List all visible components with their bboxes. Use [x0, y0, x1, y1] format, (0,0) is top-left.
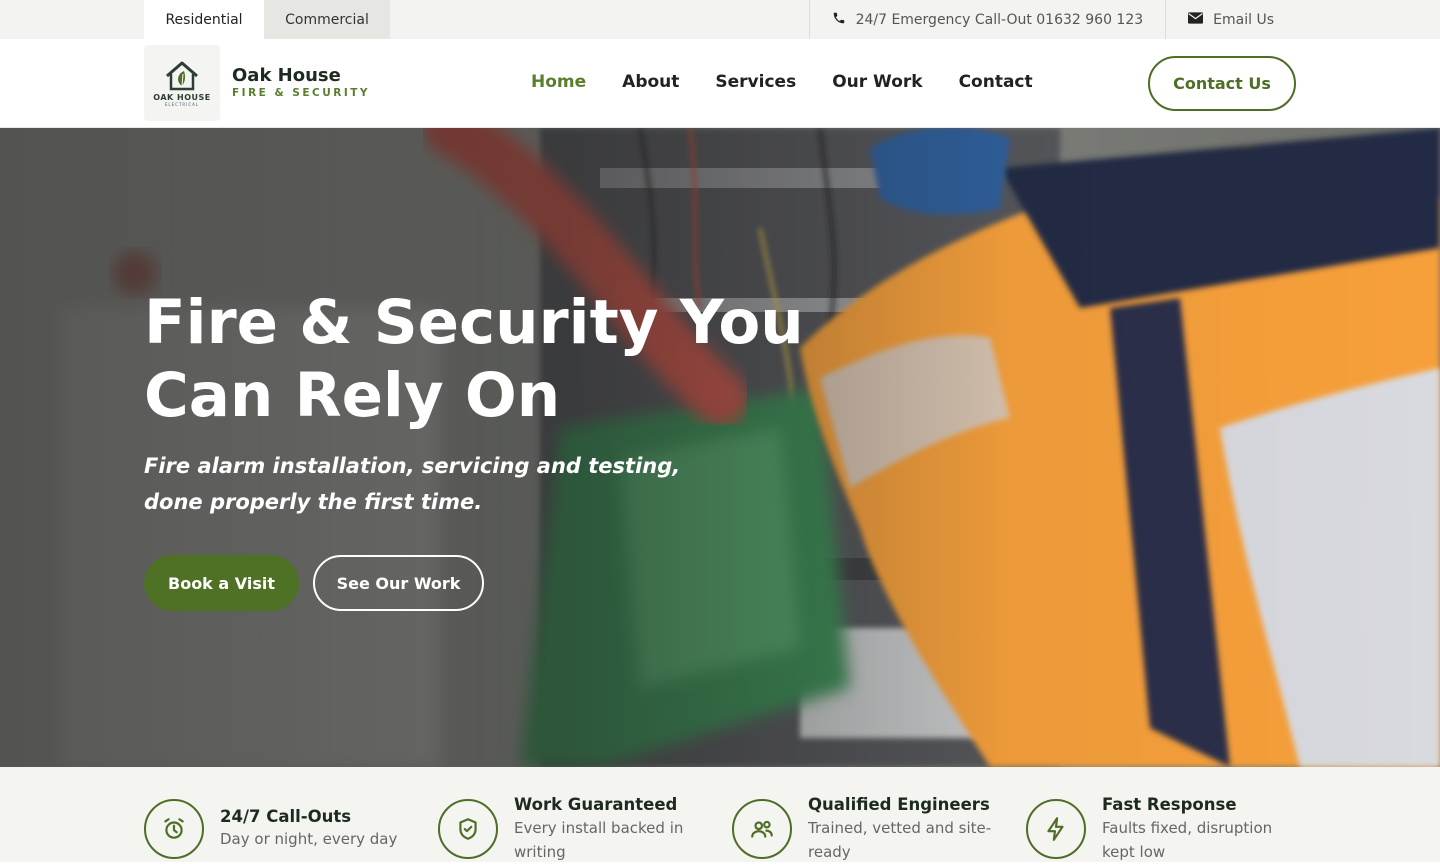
nav-our-work[interactable]: Our Work [832, 72, 922, 92]
alarm-clock-icon [144, 799, 204, 859]
feature-title: Fast Response [1102, 795, 1237, 814]
feature-description: Faults fixed, disruption kept low [1102, 819, 1273, 861]
book-a-visit-button[interactable]: Book a Visit [144, 555, 299, 611]
site-header: OAK HOUSE ELECTRICAL Oak House FIRE & SE… [0, 39, 1440, 128]
email-us-text: Email Us [1213, 11, 1274, 28]
hero-section: Fire & Security You Can Rely On Fire ala… [0, 128, 1440, 767]
feature-title: Work Guaranteed [514, 795, 678, 814]
top-contact-links: 24/7 Emergency Call-Out 01632 960 123 Em… [808, 0, 1296, 39]
tab-residential[interactable]: Residential [144, 0, 264, 39]
shield-check-icon [438, 799, 498, 859]
phone-icon [832, 11, 846, 29]
nav-contact[interactable]: Contact [959, 72, 1033, 92]
feature-title: Qualified Engineers [808, 795, 990, 814]
hero-title-line-2: Can Rely On [144, 360, 561, 431]
users-icon [732, 799, 792, 859]
nav-services[interactable]: Services [715, 72, 796, 92]
house-leaf-icon [166, 61, 198, 90]
top-utility-bar: Residential Commercial 24/7 Emergency Ca… [0, 0, 1440, 39]
emergency-callout-text: 24/7 Emergency Call-Out 01632 960 123 [855, 11, 1144, 28]
hero-title: Fire & Security You Can Rely On [144, 286, 844, 432]
logo-subline: ELECTRICAL [164, 101, 200, 107]
feature-title: 24/7 Call-Outs [220, 807, 352, 826]
emergency-callout-link[interactable]: 24/7 Emergency Call-Out 01632 960 123 [808, 0, 1166, 39]
feature-item: 24/7 Call-Outs Day or night, every day [144, 799, 404, 859]
feature-item: Qualified Engineers Trained, vetted and … [732, 795, 992, 861]
hero-title-line-1: Fire & Security You [144, 287, 804, 358]
feature-item: Work Guaranteed Every install backed in … [438, 795, 698, 861]
contact-us-button[interactable]: Contact Us [1148, 56, 1296, 111]
feature-item: Fast Response Faults fixed, disruption k… [1026, 795, 1306, 861]
tab-commercial[interactable]: Commercial [264, 0, 390, 39]
mail-icon [1188, 11, 1204, 28]
feature-description: Day or night, every day [220, 830, 398, 848]
email-us-link[interactable]: Email Us [1165, 0, 1296, 39]
nav-about[interactable]: About [622, 72, 679, 92]
lightning-icon [1026, 799, 1086, 859]
logo[interactable]: OAK HOUSE ELECTRICAL [144, 45, 220, 121]
brand-name[interactable]: Oak House [232, 65, 341, 86]
feature-description: Every install backed in writing [514, 819, 684, 861]
features-strip: 24/7 Call-Outs Day or night, every day W… [0, 767, 1440, 862]
main-nav: Home About Services Our Work Contact [531, 72, 1069, 92]
feature-description: Trained, vetted and site-ready [808, 819, 992, 861]
brand-tagline: FIRE & SECURITY [232, 87, 371, 99]
logo-wordmark: OAK HOUSE [153, 92, 211, 102]
hero-subtitle: Fire alarm installation, servicing and t… [144, 454, 681, 514]
see-our-work-button[interactable]: See Our Work [313, 555, 484, 611]
nav-home[interactable]: Home [531, 72, 586, 92]
